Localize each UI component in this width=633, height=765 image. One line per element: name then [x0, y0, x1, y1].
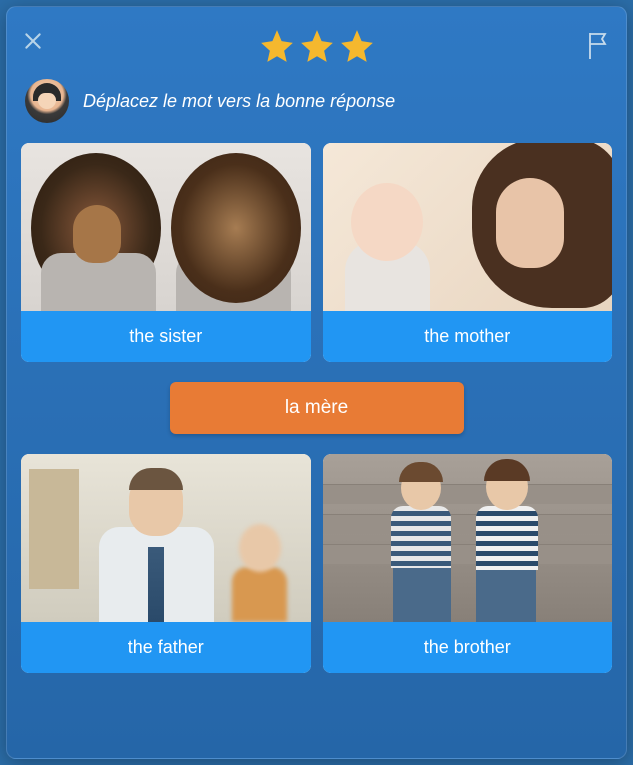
answer-card-brother[interactable]: the brother — [323, 454, 613, 673]
card-label: the mother — [323, 311, 613, 362]
star-icon — [338, 27, 376, 65]
answer-card-father[interactable]: the father — [21, 454, 311, 673]
exercise-modal: Déplacez le mot vers la bonne réponse th… — [6, 6, 627, 759]
card-label: the father — [21, 622, 311, 673]
instruction-text: Déplacez le mot vers la bonne réponse — [83, 91, 395, 112]
answer-grid: the sister the mother la mère the father — [7, 143, 626, 673]
card-label: the brother — [323, 622, 613, 673]
draggable-row: la mère — [21, 374, 612, 442]
answer-card-sister[interactable]: the sister — [21, 143, 311, 362]
avatar — [25, 79, 69, 123]
draggable-word[interactable]: la mère — [170, 382, 464, 434]
header — [7, 7, 626, 67]
star-icon — [258, 27, 296, 65]
star-icon — [298, 27, 336, 65]
card-label: the sister — [21, 311, 311, 362]
star-rating — [258, 27, 376, 65]
card-image — [323, 454, 613, 622]
card-image — [323, 143, 613, 311]
instruction-row: Déplacez le mot vers la bonne réponse — [7, 67, 626, 143]
flag-icon[interactable] — [586, 31, 610, 59]
answer-card-mother[interactable]: the mother — [323, 143, 613, 362]
card-image — [21, 454, 311, 622]
close-icon[interactable] — [23, 31, 43, 51]
card-image — [21, 143, 311, 311]
